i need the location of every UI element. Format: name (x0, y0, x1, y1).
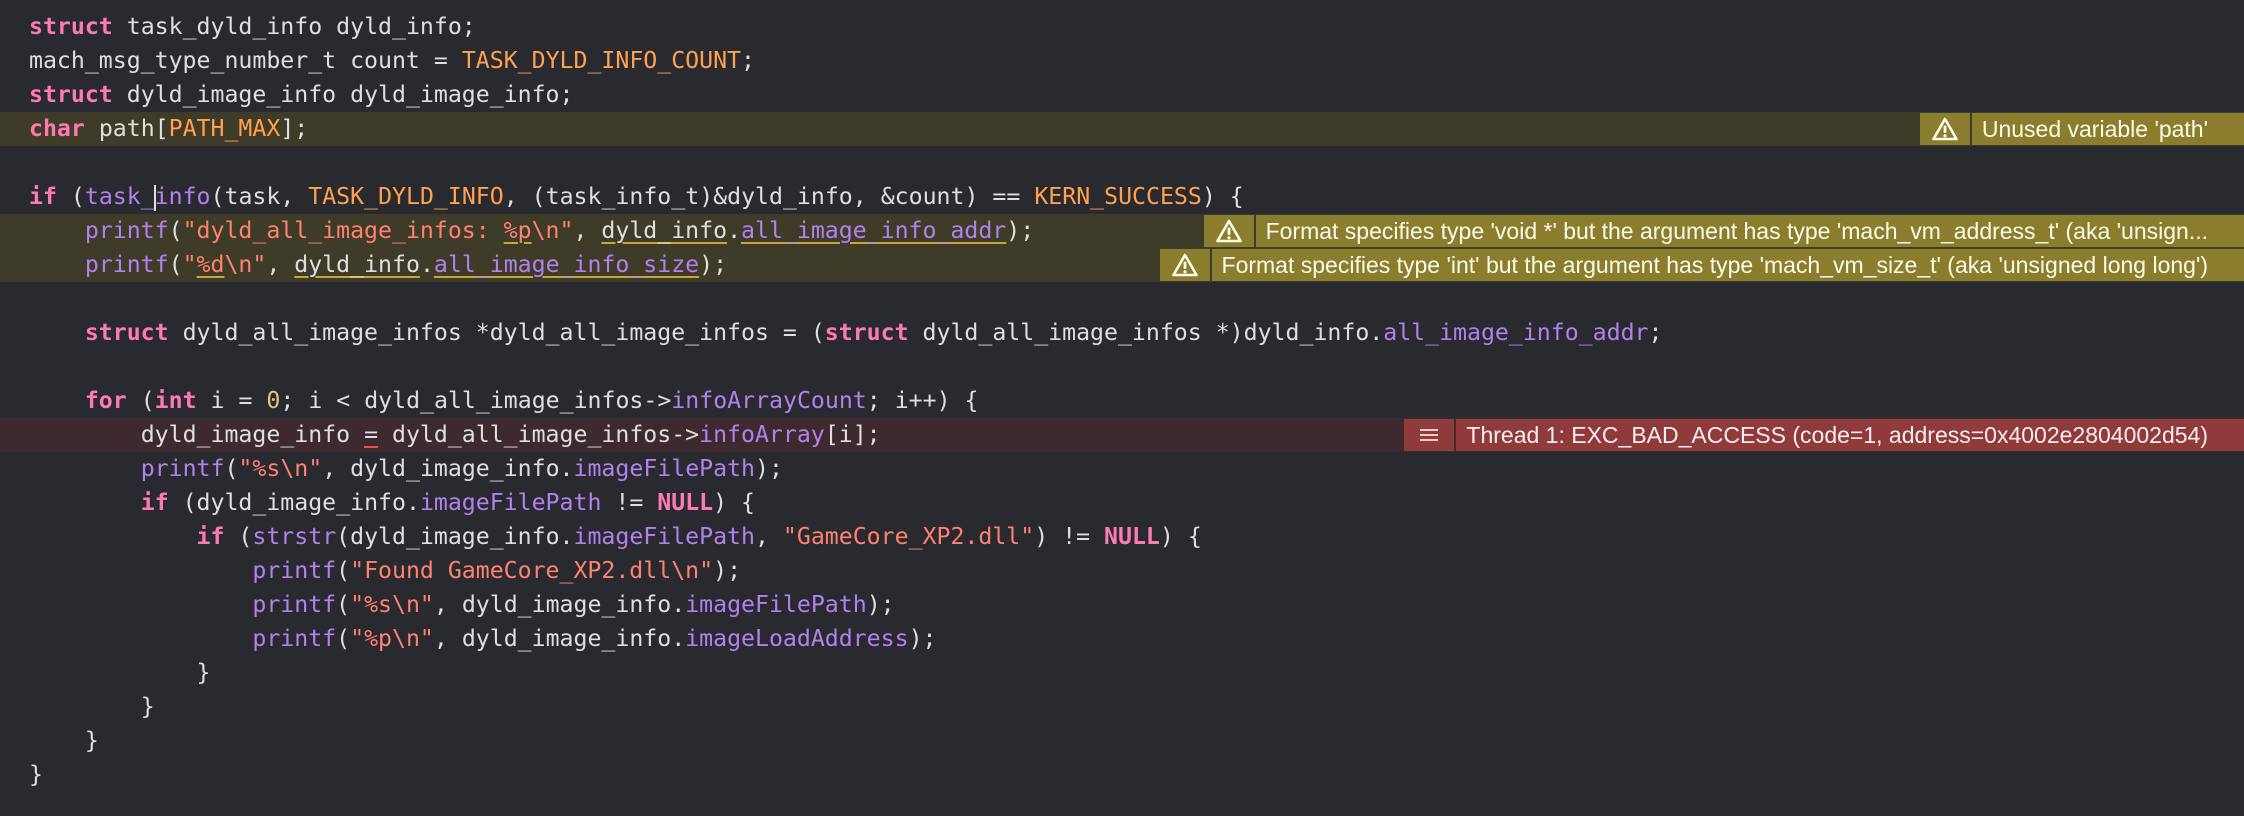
code-line[interactable]: if (dyld_image_info.imageFilePath != NUL… (0, 486, 2244, 520)
code-line[interactable]: printf("%p\n", dyld_image_info.imageLoad… (0, 622, 2244, 656)
code-line[interactable]: } (0, 690, 2244, 724)
code-text: printf("dyld_all_image_infos: %p\n", dyl… (84, 217, 1035, 244)
code-text: dyld_image_info = dyld_all_image_infos->… (140, 421, 881, 448)
code-text: } (196, 659, 211, 686)
annotation-message: Unused variable 'path' (1971, 113, 2244, 145)
annotation-message: Format specifies type 'void *' but the a… (1255, 215, 2244, 247)
warning-annotation[interactable]: Unused variable 'path' (1919, 113, 2244, 145)
code-line[interactable]: dyld_image_info = dyld_all_image_infos->… (0, 418, 2244, 452)
code-line[interactable]: } (0, 656, 2244, 690)
code-text: for (int i = 0; i < dyld_all_image_infos… (84, 387, 979, 414)
warning-triangle-icon[interactable] (1159, 249, 1210, 281)
annotation-message: Format specifies type 'int' but the argu… (1211, 249, 2244, 281)
code-text: printf("%p\n", dyld_image_info.imageLoad… (252, 625, 937, 652)
code-line[interactable] (0, 282, 2244, 316)
code-line[interactable]: if (task_info(task, TASK_DYLD_INFO, (tas… (0, 180, 2244, 214)
code-text: mach_msg_type_number_t count = TASK_DYLD… (29, 47, 755, 74)
code-text: } (29, 761, 43, 788)
code-text: if (dyld_image_info.imageFilePath != NUL… (140, 489, 756, 516)
code-text: printf("%s\n", dyld_image_info.imageFile… (140, 455, 783, 482)
code-text: char path[PATH_MAX]; (29, 115, 309, 142)
code-editor[interactable]: struct task_dyld_info dyld_info; mach_msg… (0, 0, 2244, 816)
code-line[interactable]: } (0, 724, 2244, 758)
code-line[interactable]: if (strstr(dyld_image_info.imageFilePath… (0, 520, 2244, 554)
code-line[interactable]: char path[PATH_MAX]; Unused variable 'pat… (0, 112, 2244, 146)
code-text: } (84, 727, 99, 754)
thread-stack-icon[interactable] (1404, 419, 1455, 451)
code-line[interactable]: printf("Found GameCore_XP2.dll\n"); (0, 554, 2244, 588)
code-line[interactable]: printf("%d\n", dyld_info.all_image_info_… (0, 248, 2244, 282)
text-cursor (153, 184, 156, 211)
warning-triangle-icon[interactable] (1919, 113, 1970, 145)
warning-annotation[interactable]: Format specifies type 'int' but the argu… (1159, 249, 2244, 281)
code-text: struct dyld_all_image_infos *dyld_all_im… (84, 319, 1663, 346)
annotation-message: Thread 1: EXC_BAD_ACCESS (code=1, addres… (1456, 419, 2244, 451)
code-line[interactable]: printf("%s\n", dyld_image_info.imageFile… (0, 588, 2244, 622)
code-line[interactable]: printf("dyld_all_image_infos: %p\n", dyl… (0, 214, 2244, 248)
code-text: printf("%s\n", dyld_image_info.imageFile… (252, 591, 895, 618)
code-text: printf("Found GameCore_XP2.dll\n"); (252, 557, 742, 584)
code-line[interactable]: mach_msg_type_number_t count = TASK_DYLD… (0, 44, 2244, 78)
code-line[interactable] (0, 350, 2244, 384)
code-text: printf("%d\n", dyld_info.all_image_info_… (84, 251, 728, 278)
code-text: if (task_info(task, TASK_DYLD_INFO, (tas… (29, 183, 1244, 211)
error-annotation[interactable]: Thread 1: EXC_BAD_ACCESS (code=1, addres… (1404, 419, 2244, 451)
warning-annotation[interactable]: Format specifies type 'void *' but the a… (1203, 215, 2244, 247)
code-line[interactable]: for (int i = 0; i < dyld_all_image_infos… (0, 384, 2244, 418)
code-line[interactable]: printf("%s\n", dyld_image_info.imageFile… (0, 452, 2244, 486)
code-text: struct task_dyld_info dyld_info; (29, 13, 476, 40)
code-text: } (140, 693, 155, 720)
warning-triangle-icon[interactable] (1203, 215, 1254, 247)
code-line[interactable] (0, 146, 2244, 180)
code-line[interactable]: struct task_dyld_info dyld_info; (0, 10, 2244, 44)
code-text: struct dyld_image_info dyld_image_info; (29, 81, 574, 108)
code-line[interactable]: struct dyld_all_image_infos *dyld_all_im… (0, 316, 2244, 350)
code-text: if (strstr(dyld_image_info.imageFilePath… (196, 523, 1202, 550)
code-line[interactable]: struct dyld_image_info dyld_image_info; (0, 78, 2244, 112)
code-line[interactable]: } (0, 758, 2244, 792)
